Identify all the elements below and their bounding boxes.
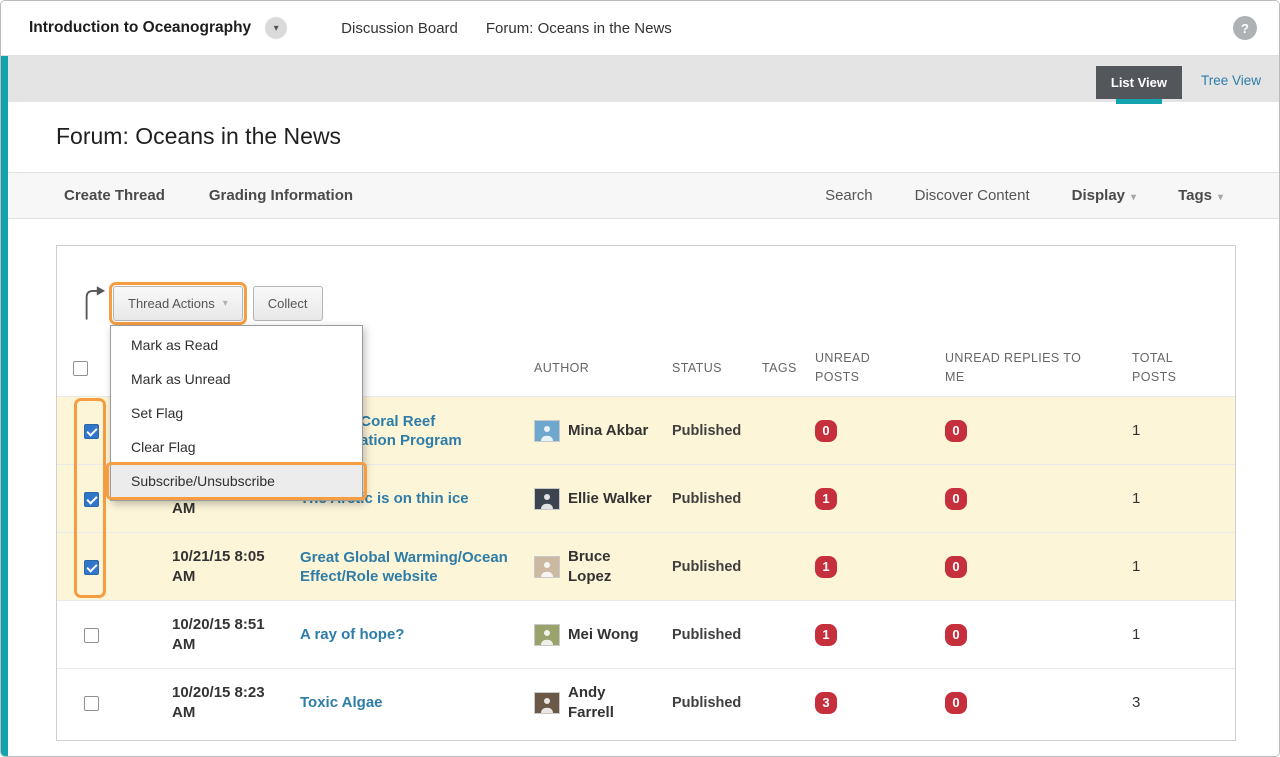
avatar — [534, 488, 560, 510]
thread-status: Published — [672, 627, 741, 643]
search-button[interactable]: Search — [825, 187, 873, 204]
view-tab-band: List View Tree View — [8, 56, 1279, 102]
avatar — [534, 692, 560, 714]
unread-posts-badge[interactable]: 0 — [815, 420, 837, 442]
table-row: 10/20/15 8:51 AM A ray of hope? Mei Wong… — [57, 600, 1235, 668]
total-posts: 3 — [1132, 694, 1140, 711]
unread-replies-badge[interactable]: 0 — [945, 488, 967, 510]
create-thread-button[interactable]: Create Thread — [64, 187, 165, 204]
unread-replies-badge[interactable]: 0 — [945, 624, 967, 646]
thread-toolbar: Thread Actions ▾ Collect — [57, 246, 1235, 325]
author-name: Bruce Lopez — [568, 547, 654, 587]
thread-date: 10/20/15 8:51 AM — [172, 616, 265, 653]
title-area: Forum: Oceans in the News — [8, 102, 1279, 172]
chevron-down-icon: ▾ — [1218, 192, 1223, 203]
table-row: 10/21/15 8:05 AM Great Global Warming/Oc… — [57, 532, 1235, 600]
main-area: List View Tree View Forum: Oceans in the… — [1, 56, 1279, 756]
unread-posts-badge[interactable]: 1 — [815, 488, 837, 510]
menu-item-subscribe-unsubscribe[interactable]: Subscribe/Unsubscribe — [111, 464, 362, 498]
header-total-posts: TOTAL POSTS — [1132, 349, 1184, 388]
tab-list-view[interactable]: List View — [1096, 66, 1182, 99]
apply-to-selected-arrow-icon — [82, 284, 106, 320]
action-bar: Create Thread Grading Information Search… — [8, 172, 1279, 219]
thread-actions-highlight: Thread Actions ▾ — [109, 282, 247, 325]
tags-menu-button[interactable]: Tags▾ — [1178, 187, 1223, 204]
help-button[interactable]: ? — [1233, 16, 1257, 40]
thread-status: Published — [672, 423, 741, 439]
top-bar: Introduction to Oceanography ▾ Discussio… — [1, 1, 1279, 56]
content-area: Thread Actions ▾ Collect DATE THREAD AUT… — [8, 219, 1279, 741]
chevron-down-icon: ▾ — [274, 23, 279, 34]
page-title: Forum: Oceans in the News — [8, 102, 1279, 150]
row-checkbox[interactable] — [84, 424, 99, 439]
display-menu-button[interactable]: Display▾ — [1072, 187, 1136, 204]
total-posts: 1 — [1132, 558, 1140, 575]
menu-item-mark-as-read[interactable]: Mark as Read — [111, 328, 362, 362]
breadcrumb-discussion-board[interactable]: Discussion Board — [341, 20, 458, 37]
discover-content-button[interactable]: Discover Content — [915, 187, 1030, 204]
thread-link[interactable]: A ray of hope? — [300, 625, 404, 644]
total-posts: 1 — [1132, 626, 1140, 643]
row-checkbox[interactable] — [84, 492, 99, 507]
menu-item-mark-as-unread[interactable]: Mark as Unread — [111, 362, 362, 396]
author-name: Ellie Walker — [568, 489, 654, 509]
thread-date: 10/20/15 8:23 AM — [172, 684, 265, 721]
menu-item-clear-flag[interactable]: Clear Flag — [111, 430, 362, 464]
header-unread-posts: UNREAD POSTS — [815, 349, 885, 388]
author-name: Mina Akbar — [568, 421, 654, 441]
menu-item-set-flag[interactable]: Set Flag — [111, 396, 362, 430]
chevron-down-icon: ▾ — [223, 298, 228, 309]
thread-date: 10/21/15 8:05 AM — [172, 548, 265, 585]
unread-posts-badge[interactable]: 3 — [815, 692, 837, 714]
row-checkbox[interactable] — [84, 560, 99, 575]
header-tags: TAGS — [762, 361, 815, 375]
collect-button[interactable]: Collect — [253, 286, 323, 321]
unread-posts-badge[interactable]: 1 — [815, 556, 837, 578]
row-checkbox[interactable] — [84, 628, 99, 643]
thread-actions-button[interactable]: Thread Actions ▾ — [113, 286, 243, 321]
tab-tree-view[interactable]: Tree View — [1201, 73, 1261, 88]
row-checkbox[interactable] — [84, 696, 99, 711]
thread-status: Published — [672, 491, 741, 507]
header-author: AUTHOR — [534, 361, 672, 375]
avatar — [534, 556, 560, 578]
unread-replies-badge[interactable]: 0 — [945, 420, 967, 442]
course-menu-button[interactable]: ▾ — [265, 17, 287, 39]
select-all-checkbox[interactable] — [73, 361, 88, 376]
total-posts: 1 — [1132, 490, 1140, 507]
header-unread-replies: UNREAD REPLIES TO ME — [945, 349, 1095, 388]
thread-link[interactable]: Toxic Algae — [300, 693, 383, 712]
chevron-down-icon: ▾ — [1131, 192, 1136, 203]
table-row: 10/20/15 8:23 AM Toxic Algae Andy Farrel… — [57, 668, 1235, 736]
app-window: Introduction to Oceanography ▾ Discussio… — [0, 0, 1280, 757]
unread-replies-badge[interactable]: 0 — [945, 556, 967, 578]
thread-list-panel: Thread Actions ▾ Collect DATE THREAD AUT… — [56, 245, 1236, 741]
header-status: STATUS — [672, 361, 762, 375]
total-posts: 1 — [1132, 422, 1140, 439]
unread-replies-badge[interactable]: 0 — [945, 692, 967, 714]
author-name: Andy Farrell — [568, 683, 654, 723]
unread-posts-badge[interactable]: 1 — [815, 624, 837, 646]
thread-link[interactable]: Great Global Warming/Ocean Effect/Role w… — [300, 548, 520, 586]
thread-status: Published — [672, 695, 741, 711]
course-title: Introduction to Oceanography — [29, 19, 251, 37]
avatar — [534, 624, 560, 646]
author-name: Mei Wong — [568, 625, 654, 645]
thread-actions-menu: Mark as Read Mark as Unread Set Flag Cle… — [110, 325, 363, 501]
breadcrumb-forum: Forum: Oceans in the News — [486, 20, 672, 37]
avatar — [534, 420, 560, 442]
grading-information-button[interactable]: Grading Information — [209, 187, 353, 204]
thread-status: Published — [672, 559, 741, 575]
